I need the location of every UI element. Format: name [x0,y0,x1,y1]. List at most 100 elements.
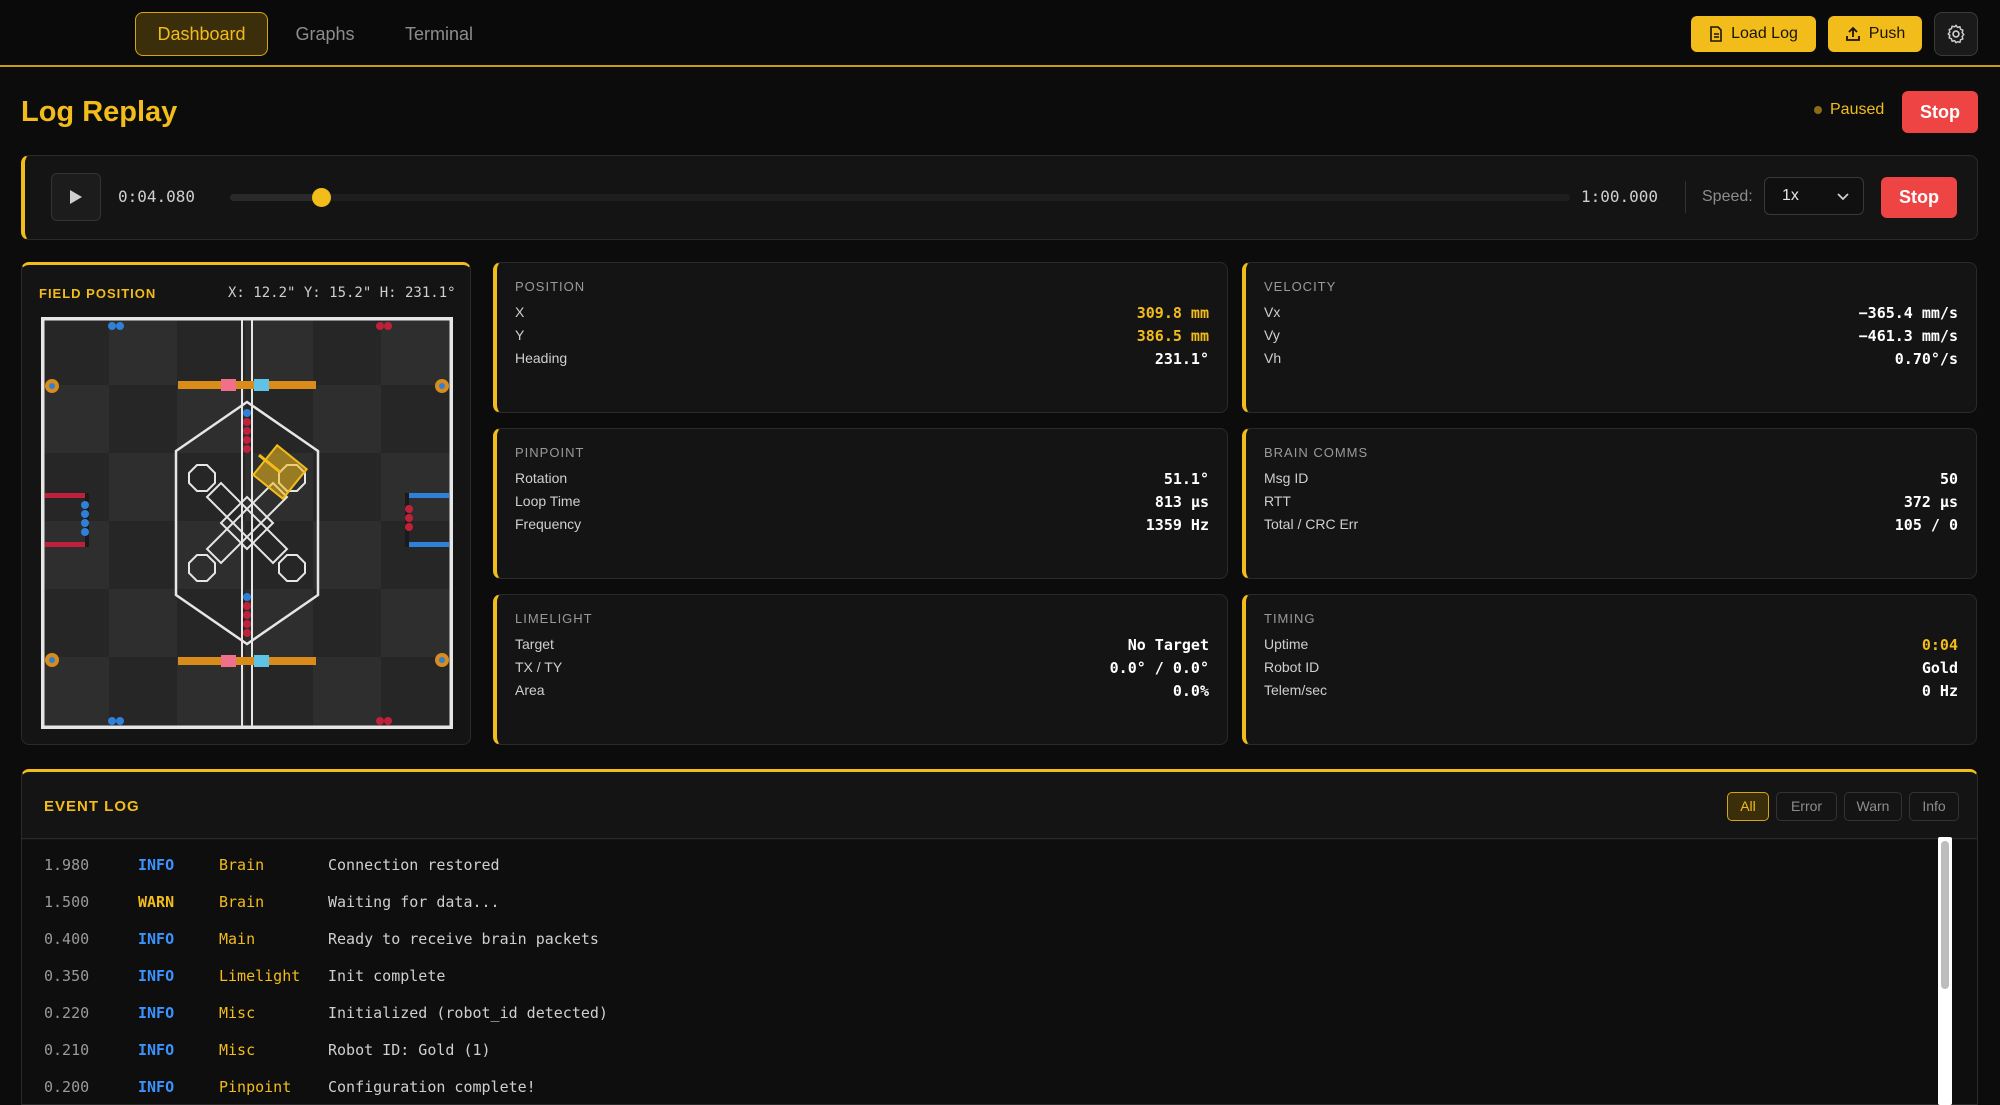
row-key: Vy [1264,327,1280,343]
row-key: Heading [515,350,568,366]
event-log-scrollbar[interactable] [1938,837,1952,1105]
row-value: 813 µs [1154,493,1209,511]
row-key: Msg ID [1264,470,1309,486]
playback-stop-button[interactable]: Stop [1881,177,1957,218]
load-log-label: Load Log [1731,25,1798,42]
pinpoint-row: Loop Time 813 µs [515,493,1209,516]
log-time: 1.980 [44,856,90,874]
filter-error[interactable]: Error [1776,792,1837,821]
timing-row: Robot ID Gold [1264,659,1958,682]
log-message: Robot ID: Gold (1) [328,1041,491,1059]
log-message: Configuration complete! [328,1078,536,1096]
log-level: INFO [138,967,175,985]
log-level: INFO [138,856,175,874]
brain-comms-label: BRAIN COMMS [1264,445,1369,460]
row-value: −461.3 mm/s [1858,327,1958,345]
log-level: INFO [138,1041,175,1059]
row-key: Frequency [515,516,582,532]
speed-select[interactable]: 1x [1764,177,1864,215]
row-key: Uptime [1264,636,1309,652]
row-value: 231.1° [1154,350,1209,368]
row-value: 51.1° [1163,470,1209,488]
status-text: Paused [1830,101,1885,118]
tab-dashboard[interactable]: Dashboard [135,12,268,56]
event-log-card: EVENT LOG All Error Warn Info 1.980 INFO… [21,769,1978,1105]
row-value: −365.4 mm/s [1858,304,1958,322]
row-value: 105 / 0 [1894,516,1958,534]
field-map [41,317,453,729]
settings-button[interactable] [1934,12,1978,56]
row-key: Area [515,682,545,698]
tab-terminal[interactable]: Terminal [386,12,492,56]
log-time: 0.400 [44,930,90,948]
pinpoint-row: Frequency 1359 Hz [515,516,1209,539]
row-value: 372 µs [1903,493,1958,511]
timeline-slider[interactable] [230,188,1570,207]
filter-warn[interactable]: Warn [1844,792,1902,821]
log-time: 0.350 [44,967,90,985]
page-title: Log Replay [21,96,178,128]
field-title: FIELD POSITION [39,286,157,301]
field-coords: X: 12.2" Y: 15.2" H: 231.1° [228,285,456,301]
row-key: Loop Time [515,493,581,509]
divider [1685,181,1686,213]
row-value: 0 Hz [1921,682,1958,700]
row-value: No Target [1127,636,1209,654]
ball-column-top [243,409,251,453]
row-key: X [515,304,525,320]
log-message: Init complete [328,967,446,985]
chevron-down-icon [1837,179,1849,215]
row-key: Total / CRC Err [1264,516,1359,532]
limelight-card: LIMELIGHT Target No Target TX / TY 0.0° / … [493,594,1228,745]
row-value: 50 [1939,470,1958,488]
log-message: Waiting for data... [328,893,500,911]
scrollbar-thumb[interactable] [1941,841,1949,989]
push-label: Push [1868,25,1906,42]
timeline-progress [230,194,322,201]
log-message: Initialized (robot_id detected) [328,1004,608,1022]
log-message: Connection restored [328,856,500,874]
playback-bar: 0:04.080 1:00.000 Speed: 1x Stop [21,155,1978,240]
limelight-label: LIMELIGHT [515,611,593,626]
log-level: INFO [138,1078,175,1096]
row-key: Vh [1264,350,1282,366]
velocity-row: Vx −365.4 mm/s [1264,304,1958,327]
push-button[interactable]: Push [1828,16,1922,52]
play-icon [70,190,82,204]
velocity-row: Vy −461.3 mm/s [1264,327,1958,350]
timing-row: Telem/sec 0 Hz [1264,682,1958,705]
speed-label: Speed: [1702,188,1753,205]
upload-icon [1845,26,1860,41]
velocity-card: VELOCITY Vx −365.4 mm/s Vy −461.3 mm/s Vh 0… [1242,262,1977,413]
row-key: Vx [1264,304,1281,320]
speed-value: 1x [1782,187,1799,204]
timeline-thumb[interactable] [312,188,332,207]
timing-card: TIMING Uptime 0:04 Robot ID Gold Telem/sec… [1242,594,1977,745]
log-time: 0.200 [44,1078,90,1096]
load-log-button[interactable]: Load Log [1691,16,1816,52]
log-message: Ready to receive brain packets [328,930,599,948]
header-stop-button[interactable]: Stop [1902,91,1978,133]
tab-graphs[interactable]: Graphs [276,12,374,56]
row-key: TX / TY [515,659,563,675]
position-card: POSITION X 309.8 mm Y 386.5 mm Heading 231.… [493,262,1228,413]
brain-comms-card: BRAIN COMMS Msg ID 50 RTT 372 µs Total / C… [1242,428,1977,579]
brain-row: Msg ID 50 [1264,470,1958,493]
log-level: WARN [138,893,175,911]
play-button[interactable] [51,173,101,221]
file-icon [1710,26,1722,42]
top-bar: Dashboard Graphs Terminal Load Log Push [0,0,2000,67]
filter-info[interactable]: Info [1909,792,1959,821]
filter-all[interactable]: All [1727,792,1769,821]
status-badge: Paused [1814,101,1884,119]
gear-icon [1947,24,1965,44]
row-value: 309.8 mm [1136,304,1209,322]
current-time: 0:04.080 [118,187,196,206]
timing-row: Uptime 0:04 [1264,636,1958,659]
event-log-title: EVENT LOG [44,798,140,815]
row-value: 0.0° / 0.0° [1109,659,1209,677]
log-level: INFO [138,930,175,948]
velocity-row: Vh 0.70°/s [1264,350,1958,373]
position-label: POSITION [515,279,586,294]
row-key: Telem/sec [1264,682,1328,698]
